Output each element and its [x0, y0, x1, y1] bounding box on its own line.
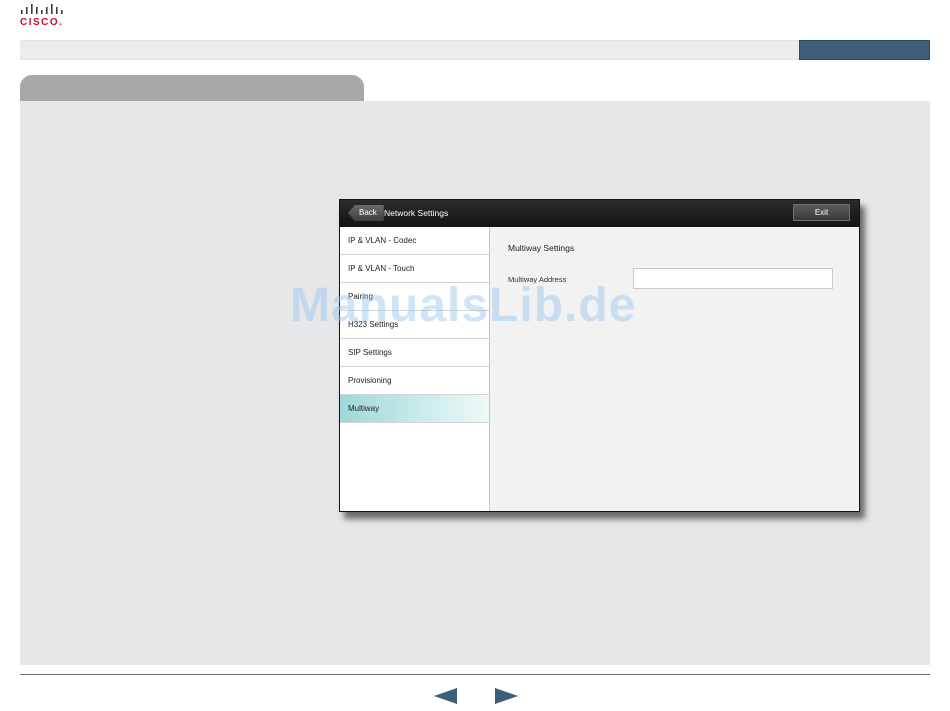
sidebar-item-provisioning[interactable]: Provisioning [340, 367, 489, 395]
sidebar-item-ip-vlan-codec[interactable]: IP & VLAN - Codec [340, 227, 489, 255]
prev-page-button[interactable] [434, 688, 457, 704]
section-title: Multiway Settings [508, 243, 575, 253]
sidebar-item-sip-settings[interactable]: SIP Settings [340, 339, 489, 367]
top-nav-bar [20, 40, 930, 60]
top-nav-button[interactable] [799, 40, 930, 60]
page: CISCO. Back Network Settings Exit IP & V… [0, 0, 950, 711]
cisco-bars-icon [21, 4, 63, 14]
exit-button[interactable]: Exit [793, 204, 850, 221]
window-titlebar: Back Network Settings Exit [340, 200, 859, 227]
settings-window: Back Network Settings Exit IP & VLAN - C… [339, 199, 860, 512]
section-tab[interactable] [20, 75, 364, 102]
right-triangle-icon [495, 688, 518, 704]
settings-sidebar: IP & VLAN - Codec IP & VLAN - Touch Pair… [340, 227, 490, 511]
window-title: Network Settings [384, 208, 449, 218]
logo-wordmark: CISCO. [20, 17, 64, 28]
settings-panel: Multiway Settings Multiway Address [491, 227, 859, 511]
footer-divider [20, 674, 930, 675]
multiway-address-input[interactable] [633, 268, 833, 289]
watermark: ManualsLib.de [290, 279, 637, 332]
left-triangle-icon [434, 688, 457, 704]
cisco-logo: CISCO. [20, 4, 70, 30]
next-page-button[interactable] [495, 688, 518, 704]
back-button[interactable]: Back [348, 205, 384, 221]
sidebar-item-multiway[interactable]: Multiway [340, 395, 489, 423]
